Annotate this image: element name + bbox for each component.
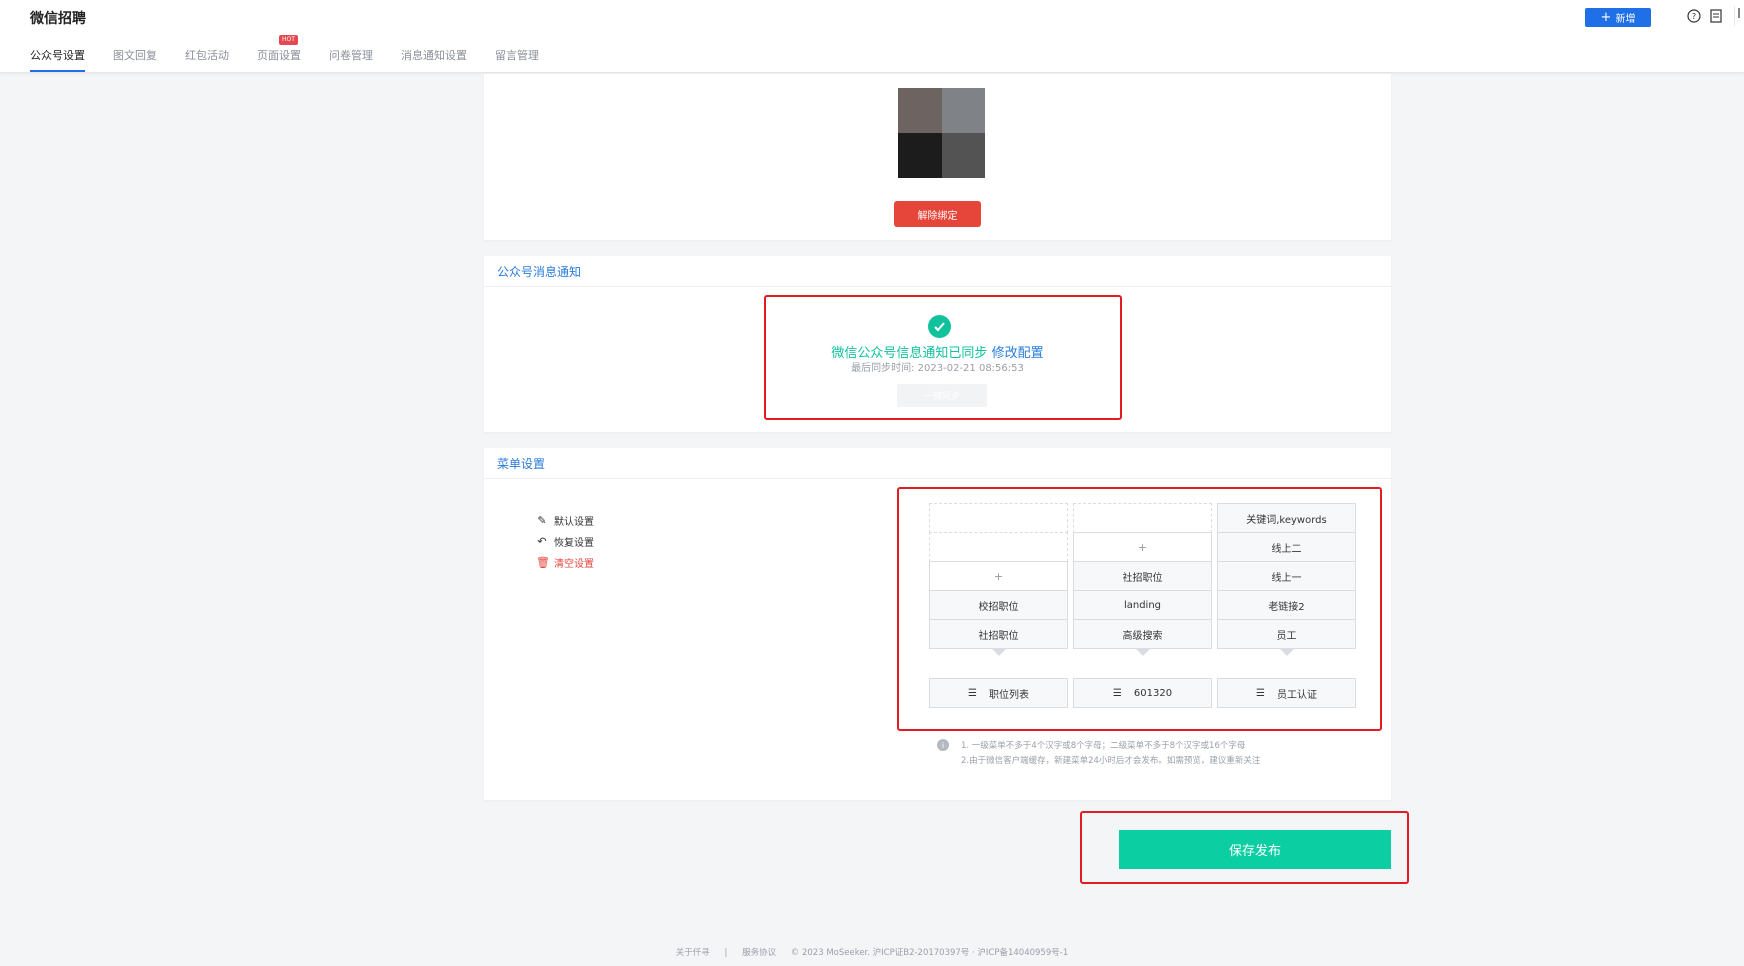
- document-icon[interactable]: [1708, 8, 1724, 24]
- footer-about-link[interactable]: 关于仟寻: [676, 948, 710, 958]
- footer: 关于仟寻 | 服务协议 © 2023 MoSeeker. 沪ICP证B2-201…: [0, 946, 1744, 958]
- tab-account-settings[interactable]: 公众号设置: [30, 45, 85, 72]
- header-divider: [1734, 6, 1735, 26]
- undo-icon: ↶: [537, 535, 547, 548]
- plus-icon: +: [1600, 10, 1612, 25]
- svg-text:?: ?: [1692, 12, 1696, 21]
- tab-page-settings[interactable]: 页面设置 HOT: [257, 35, 301, 72]
- edit-icon: ✎: [537, 514, 547, 527]
- footer-terms-link[interactable]: 服务协议: [742, 948, 776, 958]
- highlight-box-menu: [897, 487, 1382, 731]
- restore-settings-action[interactable]: ↶ 恢复设置: [536, 531, 594, 552]
- info-icon: i: [937, 739, 949, 751]
- menu-card: 菜单设置 ✎ 默认设置 ↶ 恢复设置 🗑 清空设置 + 校招职位 社招职位 ☰ …: [484, 448, 1391, 800]
- notify-card: 公众号消息通知 微信公众号信息通知已同步 修改配置 最后同步时间: 2023-0…: [484, 256, 1391, 432]
- trash-icon: 🗑: [536, 556, 550, 569]
- tab-survey[interactable]: 问卷管理: [329, 45, 373, 72]
- footer-copyright: © 2023 MoSeeker. 沪ICP证B2-20170397号 · 沪IC…: [790, 948, 1069, 958]
- footer-separator: |: [724, 948, 728, 958]
- tab-red-packet[interactable]: 红包活动: [185, 45, 229, 72]
- clear-settings-action[interactable]: 🗑 清空设置: [536, 552, 594, 573]
- tab-notification-settings[interactable]: 消息通知设置: [401, 45, 467, 72]
- hot-badge: HOT: [279, 35, 298, 45]
- app-title: 微信招聘: [30, 11, 86, 27]
- binding-card: 解除绑定: [484, 74, 1391, 240]
- notify-title: 公众号消息通知: [484, 256, 1391, 287]
- highlight-box-save: [1080, 811, 1409, 884]
- header-icons: ?: [1686, 6, 1739, 26]
- user-icon[interactable]: [1738, 6, 1744, 23]
- menu-title: 菜单设置: [484, 448, 1391, 479]
- tab-message-management[interactable]: 留言管理: [495, 45, 539, 72]
- highlight-box-notify: [764, 295, 1122, 420]
- menu-notes: 1. 一级菜单不多于4个汉字或8个字母；二级菜单不多于8个汉字或16个字母 2.…: [961, 739, 1260, 769]
- note-line: 2.由于微信客户端缓存，新建菜单24小时后才会发布。如需预览，建议重新关注: [961, 756, 1261, 766]
- unbind-button[interactable]: 解除绑定: [894, 201, 981, 227]
- tab-article-reply[interactable]: 图文回复: [113, 45, 157, 72]
- default-settings-action[interactable]: ✎ 默认设置: [536, 510, 594, 531]
- top-bar: 微信招聘 + 新增 ? 公众号设置 图文回复 红包活动 页面设置 HOT 问卷管…: [0, 0, 1744, 73]
- note-line: 1. 一级菜单不多于4个汉字或8个字母；二级菜单不多于8个汉字或16个字母: [961, 741, 1246, 751]
- help-icon[interactable]: ?: [1686, 8, 1702, 24]
- add-button[interactable]: + 新增: [1585, 8, 1651, 27]
- menu-actions: ✎ 默认设置 ↶ 恢复设置 🗑 清空设置: [536, 510, 594, 573]
- qr-code: [898, 88, 985, 178]
- tab-bar: 公众号设置 图文回复 红包活动 页面设置 HOT 问卷管理 消息通知设置 留言管…: [30, 35, 539, 72]
- add-button-label: 新增: [1615, 14, 1636, 25]
